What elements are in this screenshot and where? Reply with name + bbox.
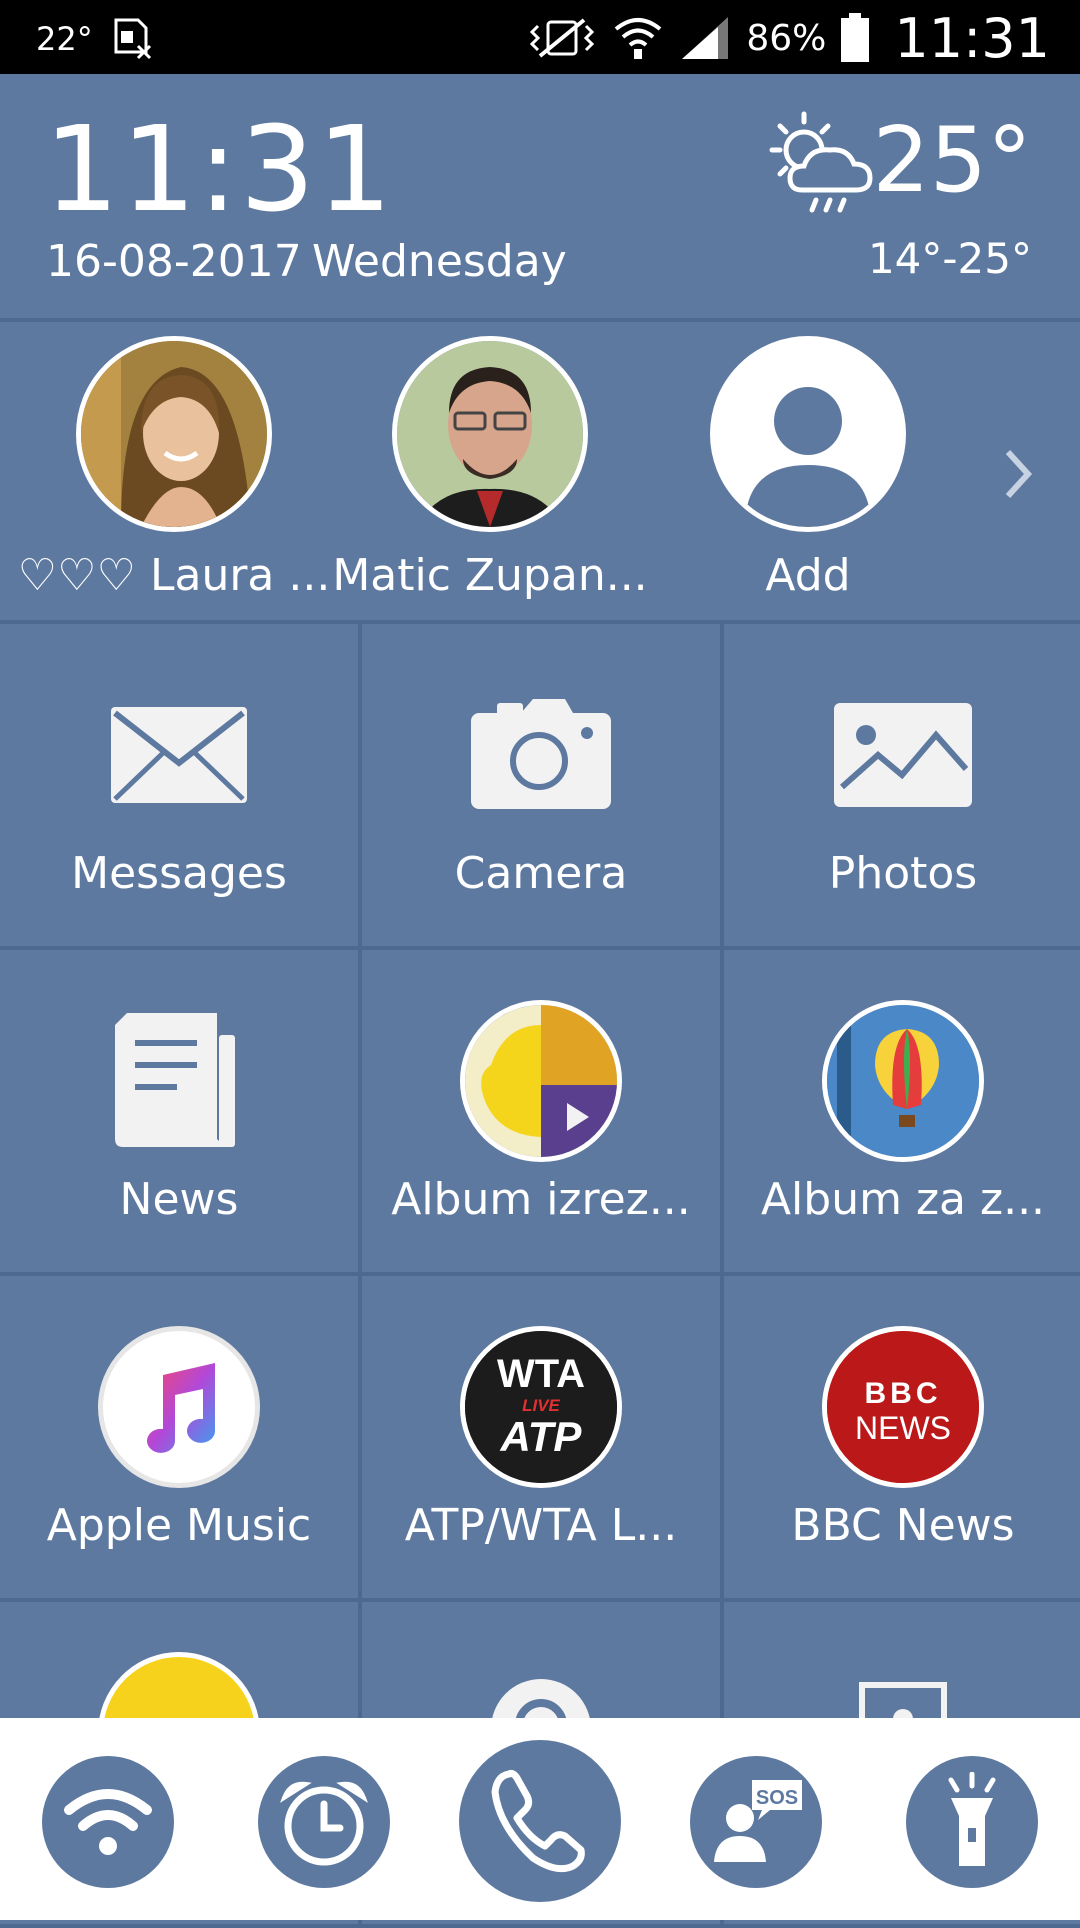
- app-label: Photos: [828, 848, 978, 899]
- temperature-range: 14°-25°: [867, 234, 1032, 283]
- sos-button[interactable]: SOS: [690, 1756, 822, 1888]
- app-tile-atp-wta-live[interactable]: WTA LIVE ATP ATP/WTA L...: [362, 1276, 724, 1602]
- app-tile-album-izrez[interactable]: Album izrez...: [362, 950, 724, 1276]
- app-grid: Messages Camera Photos News Album izrez.…: [0, 624, 1080, 1928]
- alarm-button[interactable]: [258, 1756, 390, 1888]
- app-label: Album izrez...: [391, 1174, 691, 1225]
- app-tile-photos[interactable]: Photos: [724, 624, 1080, 950]
- battery-icon: [841, 13, 870, 62]
- app-label: Album za z...: [760, 1174, 1046, 1225]
- bbc-news-icon: BBC NEWS: [822, 1326, 984, 1488]
- app-tile-camera[interactable]: Camera: [362, 624, 724, 950]
- status-time: 11:31: [894, 6, 1050, 70]
- wta-text: WTA: [497, 1352, 585, 1396]
- contact-matic[interactable]: Matic Zupan...: [330, 336, 650, 601]
- favorite-contacts: ♡♡♡ Laura ... Matic Zupan... Add: [0, 322, 1080, 620]
- partly-cloudy-rain-icon[interactable]: [762, 108, 882, 218]
- wta-atp-live-icon: WTA LIVE ATP: [460, 1326, 622, 1488]
- contact-name: Add: [765, 550, 851, 601]
- person-placeholder-icon: [710, 336, 906, 532]
- phone-icon: [491, 1770, 585, 1873]
- picture-icon: [818, 670, 988, 840]
- status-bar: 22° 86% 11:31: [0, 0, 1080, 74]
- music-note-icon: [98, 1326, 260, 1488]
- clock-weather-header[interactable]: 11:31 16-08-2017 Wednesday 25° 14°-25°: [0, 74, 1080, 318]
- atp-text: ATP: [500, 1413, 583, 1460]
- contact-name: Matic Zupan...: [332, 550, 648, 601]
- app-tile-news[interactable]: News: [0, 950, 362, 1276]
- contact-name: ♡♡♡ Laura ...: [17, 550, 331, 601]
- balloon-album-icon: [822, 1000, 984, 1162]
- date: 16-08-2017: [46, 236, 302, 287]
- app-label: Messages: [71, 848, 287, 899]
- wifi-icon: [64, 1789, 152, 1855]
- status-temperature: 22°: [36, 20, 93, 58]
- news-text: NEWS: [855, 1410, 951, 1446]
- sos-text: SOS: [756, 1787, 798, 1809]
- phone-button[interactable]: [459, 1740, 621, 1902]
- app-label: Apple Music: [46, 1500, 312, 1551]
- app-tile-apple-music[interactable]: Apple Music: [0, 1276, 362, 1602]
- avatar: [76, 336, 272, 532]
- app-label: News: [119, 1174, 239, 1225]
- flashlight-button[interactable]: [906, 1756, 1038, 1888]
- app-label: Camera: [454, 848, 628, 899]
- app-tile-album-za-z[interactable]: Album za z...: [724, 950, 1080, 1276]
- contact-laura[interactable]: ♡♡♡ Laura ...: [14, 336, 334, 601]
- wifi-toggle-button[interactable]: [42, 1756, 174, 1888]
- avatar: [392, 336, 588, 532]
- signal-icon: [682, 17, 729, 59]
- sos-icon: SOS: [714, 1780, 802, 1862]
- bottom-action-bar: SOS: [0, 1718, 1080, 1920]
- envelope-icon: [94, 670, 264, 840]
- wifi-icon: [615, 18, 662, 59]
- alarm-clock-icon: [280, 1781, 368, 1866]
- sim-warning-icon: [114, 18, 152, 60]
- app-label: ATP/WTA L...: [404, 1500, 678, 1551]
- app-label: BBC News: [791, 1500, 1015, 1551]
- flashlight-icon: [948, 1772, 996, 1866]
- bbc-text: BBC: [865, 1377, 942, 1410]
- vibrate-icon: [530, 18, 595, 58]
- battery-percent: 86%: [746, 17, 827, 59]
- current-temperature: 25°: [872, 108, 1032, 213]
- camera-icon: [456, 670, 626, 840]
- newspaper-icon: [94, 996, 264, 1166]
- clock[interactable]: 11:31: [44, 110, 394, 228]
- chevron-right-icon[interactable]: [1000, 446, 1036, 502]
- app-tile-bbc-news[interactable]: BBC NEWS BBC News: [724, 1276, 1080, 1602]
- add-contact-button[interactable]: Add: [648, 336, 968, 601]
- album-cutout-icon: [460, 1000, 622, 1162]
- app-tile-messages[interactable]: Messages: [0, 624, 362, 950]
- day-of-week: Wednesday: [312, 236, 567, 287]
